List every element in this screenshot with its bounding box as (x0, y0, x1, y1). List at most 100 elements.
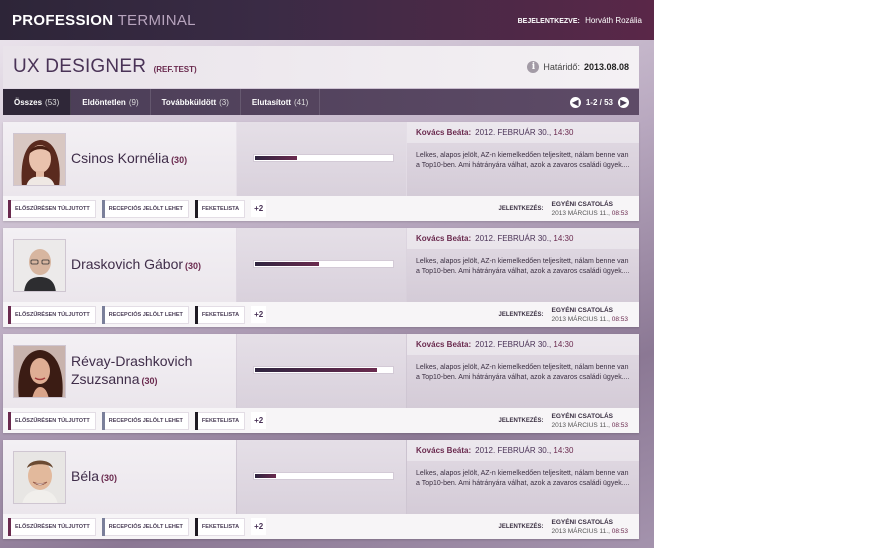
tag-feketelista[interactable]: FEKETELISTA (194, 305, 246, 324)
apply-time: 08:53 (611, 421, 628, 429)
candidate-footer: ELŐSZŰRÉSEN TÚLJUTOTT RECEPCIÓS JELÖLT L… (3, 302, 639, 327)
tag-feketelista[interactable]: FEKETELISTA (194, 517, 246, 536)
comment-header: Kovács Beáta: 2012. FEBRUÁR 30., 14:30 (407, 440, 639, 461)
comment-author: Kovács Beáta: (416, 128, 472, 137)
progress-fill (255, 262, 319, 266)
apply-details: EGYÉNI CSATOLÁS 2013 MÁRCIUS 11., 08:53 (552, 306, 629, 324)
apply-date: 2013 MÁRCIUS 11., (551, 315, 610, 323)
more-tags-button[interactable]: +2 (251, 518, 267, 535)
login-user[interactable]: Horváth Rozália (585, 16, 642, 25)
deadline-date: 2013.08.08 (583, 62, 629, 72)
tag-eloszures[interactable]: ELŐSZŰRÉSEN TÚLJUTOTT (8, 411, 96, 430)
candidate-footer: ELŐSZŰRÉSEN TÚLJUTOTT RECEPCIÓS JELÖLT L… (3, 514, 639, 539)
comment-date: 2012. FEBRUÁR 30., (475, 446, 552, 455)
chevron-left-icon[interactable]: ◀ (569, 96, 581, 108)
comment-panel: Kovács Beáta: 2012. FEBRUÁR 30., 14:30 L… (407, 440, 639, 514)
candidate-name[interactable]: Révay-Drashkovich Zsuzsanna (71, 353, 192, 387)
candidate-footer: ELŐSZŰRÉSEN TÚLJUTOTT RECEPCIÓS JELÖLT L… (3, 196, 639, 221)
tab-count: (41) (294, 97, 309, 107)
tab-tovabbkuldott[interactable]: Továbbküldött (3) (151, 89, 241, 115)
comment-header: Kovács Beáta: 2012. FEBRUÁR 30., 14:30 (407, 228, 639, 249)
deadline-label: Határidő: (543, 62, 580, 72)
apply-source: EGYÉNI CSATOLÁS (551, 412, 614, 420)
tab-label: Eldöntetlen (82, 97, 126, 107)
apply-details: EGYÉNI CSATOLÁS 2013 MÁRCIUS 11., 08:53 (552, 518, 629, 536)
candidate-name-block: Béla (30) (71, 468, 117, 486)
comment-panel: Kovács Beáta: 2012. FEBRUÁR 30., 14:30 L… (407, 228, 639, 302)
progress-bar (253, 260, 394, 268)
comment-time: 14:30 (553, 128, 574, 137)
tab-eldontetlen[interactable]: Eldöntetlen (9) (71, 89, 151, 115)
comment-text: Lelkes, alapos jelölt, AZ-n kiemelkedően… (416, 258, 630, 275)
candidate-name-block: Draskovich Gábor (30) (71, 256, 201, 274)
candidate-score: (30) (101, 473, 118, 483)
login-label: BEJELENTKEZVE: (517, 17, 580, 25)
candidate-name[interactable]: Béla (71, 468, 99, 484)
application-info: JELENTKEZÉS: EGYÉNI CSATOLÁS 2013 MÁRCIU… (498, 518, 634, 536)
application-info: JELENTKEZÉS: EGYÉNI CSATOLÁS 2013 MÁRCIU… (498, 412, 634, 430)
job-header: UX DESIGNER (REF.TEST) i Határidő: 2013.… (3, 46, 639, 88)
candidate-score: (30) (171, 155, 188, 165)
pager: ◀ 1-2 / 53 ▶ (569, 89, 639, 115)
tag-eloszures[interactable]: ELŐSZŰRÉSEN TÚLJUTOTT (8, 517, 96, 536)
avatar[interactable] (13, 132, 66, 186)
comment-panel: Kovács Beáta: 2012. FEBRUÁR 30., 14:30 L… (407, 122, 639, 196)
candidate-progress-area (237, 228, 406, 302)
apply-label: JELENTKEZÉS: (498, 523, 544, 530)
tag-recepcios[interactable]: RECEPCIÓS JELÖLT LEHET (101, 199, 189, 218)
avatar[interactable] (13, 450, 66, 504)
candidate-name-block: Csinos Kornélia (30) (71, 150, 187, 168)
candidate-name[interactable]: Csinos Kornélia (71, 150, 169, 166)
tag-recepcios[interactable]: RECEPCIÓS JELÖLT LEHET (101, 517, 189, 536)
tag-eloszures[interactable]: ELŐSZŰRÉSEN TÚLJUTOTT (8, 199, 96, 218)
page-title: UX DESIGNER (13, 56, 147, 77)
apply-date: 2013 MÁRCIUS 11., (551, 527, 610, 535)
brand-logo[interactable]: PROFESSION TERMINAL (12, 12, 196, 29)
brand-light: TERMINAL (117, 11, 196, 29)
comment-text: Lelkes, alapos jelölt, AZ-n kiemelkedően… (416, 152, 630, 169)
candidate-card[interactable]: Révay-Drashkovich Zsuzsanna (30) Kovács B… (3, 334, 639, 433)
application-info: JELENTKEZÉS: EGYÉNI CSATOLÁS 2013 MÁRCIU… (498, 306, 634, 324)
more-tags-button[interactable]: +2 (251, 306, 267, 323)
comment-header: Kovács Beáta: 2012. FEBRUÁR 30., 14:30 (407, 334, 639, 355)
apply-details: EGYÉNI CSATOLÁS 2013 MÁRCIUS 11., 08:53 (552, 200, 629, 218)
tab-count: (53) (45, 97, 60, 107)
more-tags-button[interactable]: +2 (251, 412, 267, 429)
comment-date: 2012. FEBRUÁR 30., (475, 340, 552, 349)
comment-header: Kovács Beáta: 2012. FEBRUÁR 30., 14:30 (407, 122, 639, 143)
candidate-name[interactable]: Draskovich Gábor (71, 256, 183, 272)
avatar[interactable] (13, 344, 66, 398)
tag-recepcios[interactable]: RECEPCIÓS JELÖLT LEHET (101, 305, 189, 324)
job-ref: (REF.TEST) (153, 65, 197, 74)
more-tags-button[interactable]: +2 (251, 200, 267, 217)
tab-elutasitott[interactable]: Elutasított (41) (241, 89, 321, 115)
candidate-footer: ELŐSZŰRÉSEN TÚLJUTOTT RECEPCIÓS JELÖLT L… (3, 408, 639, 433)
progress-fill (255, 368, 377, 372)
tag-feketelista[interactable]: FEKETELISTA (194, 199, 246, 218)
candidate-card[interactable]: Béla (30) Kovács Beáta: 2012. FEBRUÁR 30.… (3, 440, 639, 539)
avatar[interactable] (13, 238, 66, 292)
tag-eloszures[interactable]: ELŐSZŰRÉSEN TÚLJUTOTT (8, 305, 96, 324)
app-window: PROFESSION TERMINAL BEJELENTKEZVE: Horvá… (0, 0, 654, 548)
apply-label: JELENTKEZÉS: (498, 311, 544, 318)
apply-source: EGYÉNI CSATOLÁS (551, 518, 614, 526)
candidate-card[interactable]: Draskovich Gábor (30) Kovács Beáta: 2012.… (3, 228, 639, 327)
tag-recepcios[interactable]: RECEPCIÓS JELÖLT LEHET (101, 411, 189, 430)
apply-details: EGYÉNI CSATOLÁS 2013 MÁRCIUS 11., 08:53 (552, 412, 629, 430)
candidate-progress-area (237, 334, 406, 408)
candidate-card[interactable]: Csinos Kornélia (30) Kovács Beáta: 2012. … (3, 122, 639, 221)
pager-text: 1-2 / 53 (585, 97, 613, 107)
login-status: BEJELENTKEZVE: Horváth Rozália (518, 16, 642, 25)
info-icon[interactable]: i (527, 61, 540, 73)
chevron-right-icon[interactable]: ▶ (618, 96, 629, 108)
comment-text: Lelkes, alapos jelölt, AZ-n kiemelkedően… (416, 364, 630, 381)
apply-time: 08:53 (611, 527, 628, 535)
tab-osszes[interactable]: Összes (53) (3, 89, 72, 115)
candidate-identity: Draskovich Gábor (30) (3, 228, 236, 302)
apply-time: 08:53 (611, 315, 628, 323)
apply-source: EGYÉNI CSATOLÁS (551, 306, 614, 314)
apply-source: EGYÉNI CSATOLÁS (551, 200, 614, 208)
candidate-score: (30) (185, 261, 202, 271)
tag-feketelista[interactable]: FEKETELISTA (194, 411, 246, 430)
comment-author: Kovács Beáta: (416, 446, 472, 455)
